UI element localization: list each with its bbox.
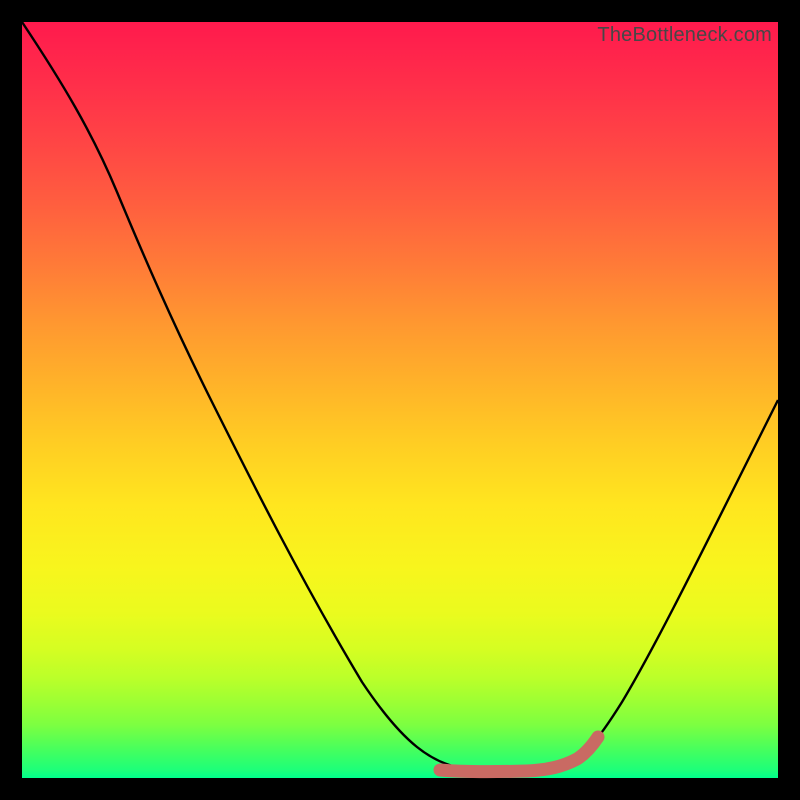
- chart-svg: [22, 22, 778, 778]
- chart-container: TheBottleneck.com: [0, 0, 800, 800]
- optimal-range-highlight: [440, 737, 598, 772]
- bottleneck-curve: [22, 22, 778, 771]
- plot-area: TheBottleneck.com: [22, 22, 778, 778]
